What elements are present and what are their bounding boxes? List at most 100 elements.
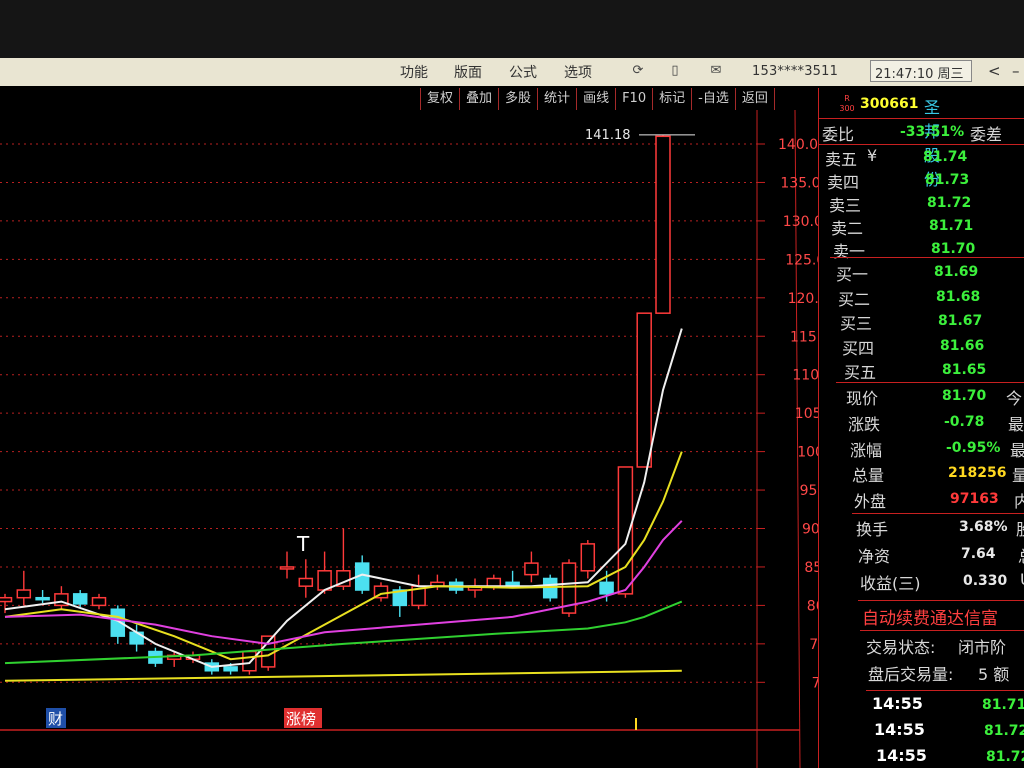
row-value: 81.74	[923, 149, 968, 165]
chart-border-right	[794, 110, 801, 768]
mail-icon[interactable]: ✉	[708, 63, 724, 79]
panel-row: 卖三 81.72	[829, 192, 971, 216]
row-label: 换手	[856, 520, 889, 539]
truncated-label: 内	[1014, 492, 1024, 512]
divider	[818, 144, 1024, 145]
row-label: 14:55	[876, 746, 927, 765]
truncated-label: 股	[1016, 516, 1024, 540]
candle-body	[16, 589, 32, 599]
row-label: 外盘	[854, 492, 887, 512]
truncated-label: 总	[1018, 543, 1024, 567]
row-value: 3.68%	[959, 519, 1008, 535]
weibi-label: 委比	[822, 125, 855, 144]
truncated-label: 量	[1012, 466, 1024, 486]
renewal-banner[interactable]: 自动续费通达信富	[862, 604, 998, 629]
tool-multi-stock-button[interactable]: 多股	[498, 88, 537, 110]
tool-adjust-button[interactable]: 复权	[420, 88, 459, 110]
y-tick-label: 125.0	[785, 252, 818, 268]
menu-item-formula[interactable]: 公式	[509, 62, 537, 82]
row-label: 买五	[844, 363, 877, 382]
tool-mark-button[interactable]: 标记	[652, 88, 691, 110]
candle-body	[223, 666, 238, 672]
candle-body	[580, 543, 596, 572]
tool-return-button[interactable]: 返回	[734, 88, 775, 110]
row-value: 97163	[950, 491, 999, 508]
candle-body	[91, 596, 107, 607]
y-tick-label: 85.00	[804, 560, 818, 576]
y-tick-label: 120.0	[788, 291, 818, 307]
candle-body	[0, 596, 13, 603]
y-tick-label: 95.00	[800, 483, 818, 499]
user-phone: 153****3511	[752, 64, 839, 79]
truncated-label: U	[1020, 570, 1024, 589]
candle-body	[72, 593, 88, 605]
weibi-row: 委比 -33.51% 委差	[822, 121, 1002, 145]
finance-marker: 财	[48, 710, 63, 728]
candlesticks	[0, 134, 671, 675]
row-value: 81.71	[982, 697, 1024, 713]
panel-row: 换手 3.68% 股	[856, 516, 1024, 540]
panel-row: 14:55 81.72	[874, 720, 1024, 744]
row-label: 卖二	[831, 219, 864, 238]
row-label: 卖四	[827, 173, 860, 192]
y-tick-label: 110.0	[792, 368, 818, 384]
tool-overlay-button[interactable]: 叠加	[459, 88, 498, 110]
candle-body	[636, 312, 652, 468]
panel-row: 卖一 81.70	[833, 238, 975, 262]
truncated-label: 最	[1010, 440, 1024, 460]
row-value: 81.68	[936, 288, 981, 305]
panel-row: 交易状态: 闭市阶	[866, 634, 1006, 658]
row-label: 总量	[852, 466, 885, 486]
row-value: 81.70	[942, 388, 987, 404]
row-value: -0.78	[944, 413, 985, 430]
refresh-icon[interactable]: ⟳	[630, 63, 646, 79]
divider	[852, 513, 1024, 514]
tool-watchlist-button[interactable]: -自选	[691, 88, 735, 110]
divider	[866, 690, 1024, 691]
minimize-button[interactable]: –	[1012, 62, 1020, 80]
row-value: -0.95%	[946, 439, 1001, 456]
row-value: 81.71	[929, 218, 974, 234]
currency-icon: ¥	[867, 146, 878, 165]
tool-draw-button[interactable]: 画线	[576, 88, 615, 110]
row-value: 81.65	[942, 362, 987, 378]
panel-row: 总量 218256 量	[852, 462, 1024, 486]
y-tick-label: 90.00	[802, 522, 818, 538]
monitor-bezel	[0, 0, 1024, 58]
panel-row: 卖二 81.71	[831, 215, 973, 239]
back-button[interactable]: <	[988, 62, 1001, 80]
tool-stats-button[interactable]: 统计	[537, 88, 576, 110]
phone-icon[interactable]: ▯	[667, 63, 683, 79]
row-value: 81.66	[940, 337, 985, 354]
weicha-label: 委差	[970, 125, 1003, 144]
kline-chart[interactable]: 140.0 135.0 130.0 125.0 120.0 115.0 110.0 105.0…	[0, 110, 818, 768]
y-tick-label: 140.0	[778, 137, 818, 153]
row-value: 81.67	[938, 313, 983, 329]
panel-row: 盘后交易量: 5 额	[868, 661, 1009, 685]
candle-body	[524, 562, 539, 576]
row-value: 81.70	[931, 241, 976, 257]
panel-row: 收益(三) 0.330 U	[860, 570, 1024, 594]
row-label: 涨幅	[850, 440, 883, 460]
row-label: 买二	[838, 289, 871, 309]
candle-body	[242, 650, 257, 672]
moving-averages	[4, 328, 683, 682]
row-label: 买三	[840, 314, 873, 333]
candle-body	[599, 581, 614, 595]
price-axis: 140.0 135.0 130.0 125.0 120.0 115.0 110.0 105.0…	[757, 137, 818, 691]
tool-f10-button[interactable]: F10	[615, 88, 652, 110]
y-tick-label: 105.0	[795, 406, 818, 422]
row-value: 81.72	[986, 749, 1024, 765]
candle-body	[35, 596, 50, 601]
menu-item-function[interactable]: 功能	[400, 62, 428, 82]
badge-letter: R	[844, 94, 850, 103]
chart-toolbar: 复权 叠加 多股 统计 画线 F10 标记 -自选 返回	[420, 88, 775, 110]
panel-row: 卖五 81.74 ¥	[825, 146, 967, 170]
row-label: 买一	[836, 265, 869, 284]
row-value: 81.69	[934, 264, 979, 280]
row-value: 81.73	[925, 172, 970, 188]
menu-item-options[interactable]: 选项	[564, 62, 592, 82]
row-value: 闭市阶	[958, 638, 1007, 657]
menu-item-layout[interactable]: 版面	[454, 62, 482, 82]
weibi-value: -33.51%	[900, 124, 965, 140]
